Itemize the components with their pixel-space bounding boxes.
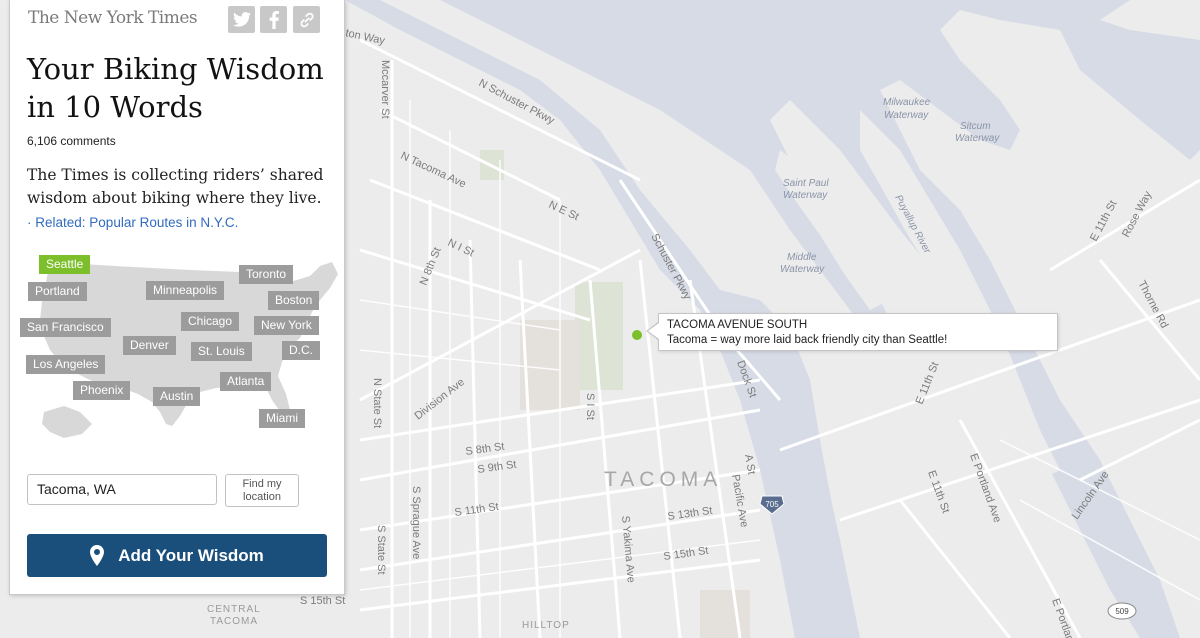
block-area — [700, 590, 750, 638]
find-location-button[interactable]: Find my location — [225, 474, 299, 507]
street-label: Mccarver St — [379, 60, 391, 119]
highway-705-label: 705 — [765, 500, 779, 509]
district-label: HILLTOP — [522, 620, 570, 631]
city-tag-dc[interactable]: D.C. — [282, 341, 320, 360]
street-label: N State St — [371, 378, 383, 428]
city-tag-boston[interactable]: Boston — [268, 291, 320, 310]
highway-509-shield: 509 — [1107, 602, 1137, 620]
alaska-shape — [42, 406, 92, 438]
water-label: Sitcum — [960, 121, 991, 132]
street-label: S Sprague Ave — [410, 486, 422, 559]
map-pin-icon — [90, 545, 105, 566]
add-wisdom-label: Add Your Wisdom — [118, 545, 264, 565]
city-tag-toronto[interactable]: Toronto — [239, 265, 294, 284]
summary-text: The Times is collecting riders’ shared w… — [27, 166, 324, 207]
campus-area — [520, 320, 580, 410]
city-tag-san-francisco[interactable]: San Francisco — [20, 318, 111, 337]
street-label: S 15th St — [300, 595, 345, 607]
water-label: Waterway — [783, 190, 828, 201]
city-tag-austin[interactable]: Austin — [153, 387, 201, 406]
comment-count[interactable]: 6,106 comments — [27, 134, 116, 148]
street-label: S I St — [584, 393, 596, 420]
add-wisdom-button[interactable]: Add Your Wisdom — [27, 534, 327, 577]
popup-comment: Tacoma = way more laid back friendly cit… — [667, 334, 948, 346]
water-label: Milwaukee — [883, 97, 931, 108]
water-label: Waterway — [884, 110, 929, 121]
comment-popup[interactable]: TACOMA AVENUE SOUTH Tacoma = way more la… — [658, 313, 1058, 351]
city-tag-denver[interactable]: Denver — [123, 336, 176, 355]
city-tag-miami[interactable]: Miami — [259, 409, 305, 428]
link-share-button[interactable] — [293, 6, 320, 33]
related-link-label: Related: Popular Routes in N.Y.C. — [35, 215, 239, 230]
district-label: TACOMA — [210, 616, 258, 627]
city-tag-phoenix[interactable]: Phoenix — [73, 381, 131, 400]
popup-arrow — [648, 323, 659, 339]
link-icon — [300, 12, 313, 27]
city-tag-st-louis[interactable]: St. Louis — [191, 342, 252, 361]
popup-title: TACOMA AVENUE SOUTH — [667, 319, 808, 331]
city-tag-minneapolis[interactable]: Minneapolis — [146, 281, 225, 300]
city-tag-chicago[interactable]: Chicago — [181, 312, 240, 331]
city-tag-seattle[interactable]: Seattle — [39, 255, 91, 274]
side-panel: The New York Times Your Biking Wisdom in… — [9, 0, 345, 595]
related-link[interactable]: · Related: Popular Routes in N.Y.C. — [27, 215, 238, 230]
city-tag-new-york[interactable]: New York — [254, 316, 319, 335]
twitter-share-button[interactable] — [228, 6, 255, 33]
nyt-logo[interactable]: The New York Times — [28, 8, 198, 28]
twitter-icon — [232, 12, 251, 27]
page-title: Your Biking Wisdom in 10 Words — [27, 52, 324, 124]
bullet: · — [27, 215, 32, 230]
water-label: Waterway — [955, 133, 1000, 144]
highway-509-label: 509 — [1115, 607, 1129, 616]
district-label: CENTRAL — [207, 604, 261, 615]
facebook-icon — [269, 10, 279, 29]
water-label: Saint Paul — [783, 178, 829, 189]
city-tag-los-angeles[interactable]: Los Angeles — [26, 355, 106, 374]
city-label-tacoma: TACOMA — [604, 468, 722, 491]
water-label: Waterway — [780, 264, 825, 275]
facebook-share-button[interactable] — [260, 6, 287, 33]
water-label: Middle — [787, 252, 817, 263]
city-tag-portland[interactable]: Portland — [28, 282, 87, 301]
city-tag-atlanta[interactable]: Atlanta — [220, 372, 272, 391]
location-input[interactable]: Tacoma, WA — [27, 474, 217, 505]
location-marker[interactable] — [632, 330, 642, 340]
street-label: S State St — [375, 525, 387, 575]
